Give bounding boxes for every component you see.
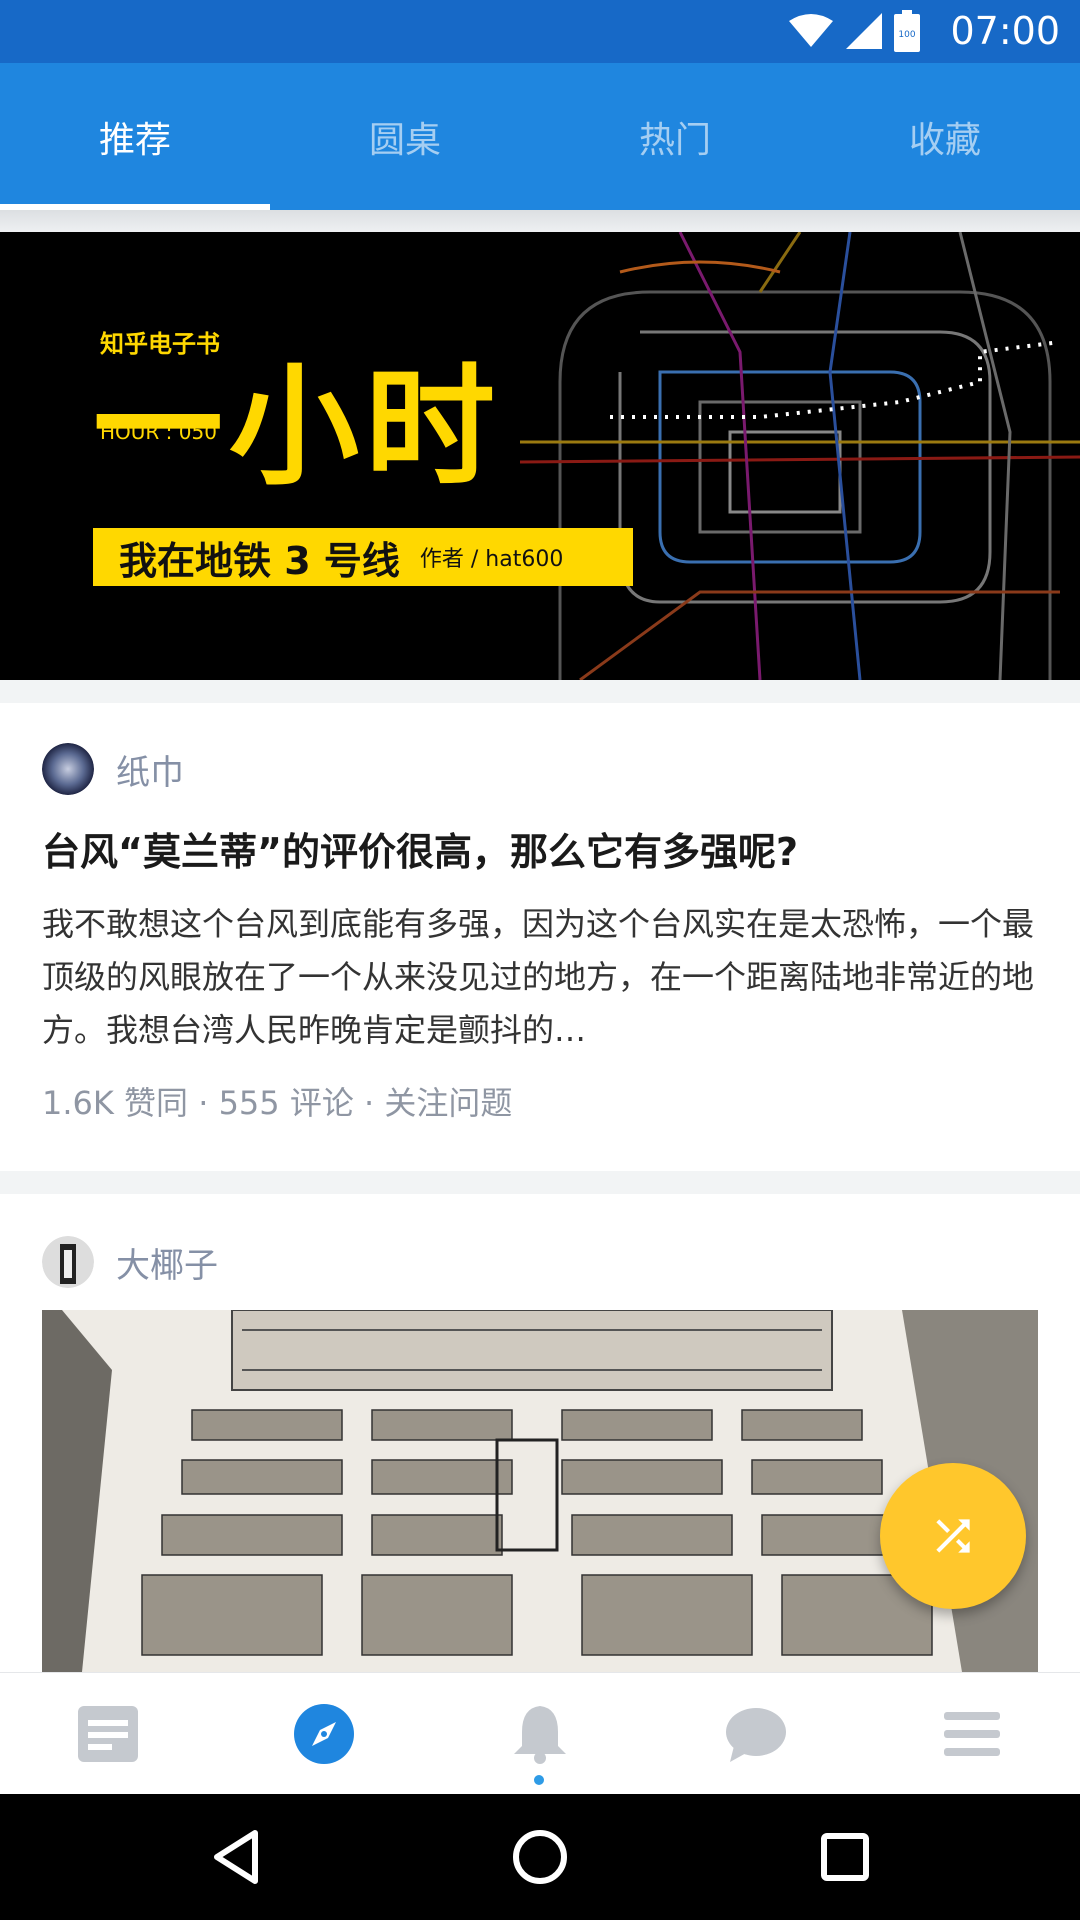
shuffle-button[interactable] — [880, 1463, 1026, 1609]
home-icon — [513, 1830, 567, 1884]
notification-dot — [534, 1775, 544, 1785]
recents-icon — [821, 1833, 869, 1881]
nav-feed[interactable] — [0, 1673, 216, 1795]
home-button[interactable] — [505, 1822, 575, 1892]
explore-icon — [294, 1704, 354, 1764]
tab-hot[interactable]: 热门 — [540, 63, 810, 210]
author-name[interactable]: 大椰子 — [116, 1238, 218, 1287]
tab-roundtable[interactable]: 圆桌 — [270, 63, 540, 210]
tab-recommend[interactable]: 推荐 — [0, 63, 270, 210]
system-navigation-bar — [0, 1794, 1080, 1920]
recents-button[interactable] — [810, 1822, 880, 1892]
card-author[interactable]: 纸巾 — [42, 743, 184, 795]
battery-icon: 100 — [894, 10, 920, 52]
tab-shadow — [0, 210, 1080, 232]
back-icon — [214, 1830, 258, 1884]
message-icon — [726, 1708, 786, 1762]
notification-icon — [514, 1706, 566, 1764]
nav-explore[interactable] — [216, 1673, 432, 1795]
nav-messages[interactable] — [648, 1673, 864, 1795]
wifi-icon — [789, 14, 833, 47]
avatar[interactable] — [42, 1236, 94, 1288]
feed-card[interactable]: 纸巾 台风“莫兰蒂”的评价很高，那么它有多强呢? 我不敢想这个台风到底能有多强，… — [0, 703, 1080, 1171]
question-title[interactable]: 台风“莫兰蒂”的评价很高，那么它有多强呢? — [42, 821, 1042, 876]
answer-meta: 1.6K 赞同 · 555 评论 · 关注问题 — [42, 1084, 513, 1122]
shuffle-icon — [936, 1519, 970, 1553]
status-icons: 100 — [788, 8, 920, 54]
answer-excerpt[interactable]: 我不敢想这个台风到底能有多强，因为这个台风实在是太恐怖，一个最顶级的风眼放在了一… — [42, 898, 1038, 1057]
banner-subtitle-box: 我在地铁 3 号线 作者 / hat600 — [93, 528, 633, 586]
status-bar: 100 07:00 — [0, 0, 1080, 63]
clock: 07:00 — [950, 9, 1060, 53]
tab-favorites[interactable]: 收藏 — [810, 63, 1080, 210]
card-author[interactable]: 大椰子 — [42, 1236, 218, 1288]
bottom-navigation — [0, 1672, 1080, 1795]
avatar[interactable] — [42, 743, 94, 795]
ebook-banner[interactable]: 知乎电子书 一小时 HOUR : 050 我在地铁 3 号线 作者 / hat6… — [0, 232, 1080, 680]
menu-icon — [944, 1712, 1000, 1756]
top-tab-bar: 推荐 圆桌 热门 收藏 — [0, 63, 1080, 210]
author-name[interactable]: 纸巾 — [116, 745, 184, 794]
signal-icon — [846, 13, 882, 49]
cover-image[interactable] — [42, 1310, 1038, 1672]
banner-subtitle: 我在地铁 3 号线 — [119, 538, 400, 583]
banner-author: 作者 / hat600 — [419, 547, 564, 572]
svg-text:100: 100 — [898, 30, 915, 40]
back-button[interactable] — [201, 1822, 271, 1892]
banner-hour: HOUR : 050 — [100, 420, 217, 444]
feed-icon — [78, 1706, 138, 1762]
nav-menu[interactable] — [864, 1673, 1080, 1795]
